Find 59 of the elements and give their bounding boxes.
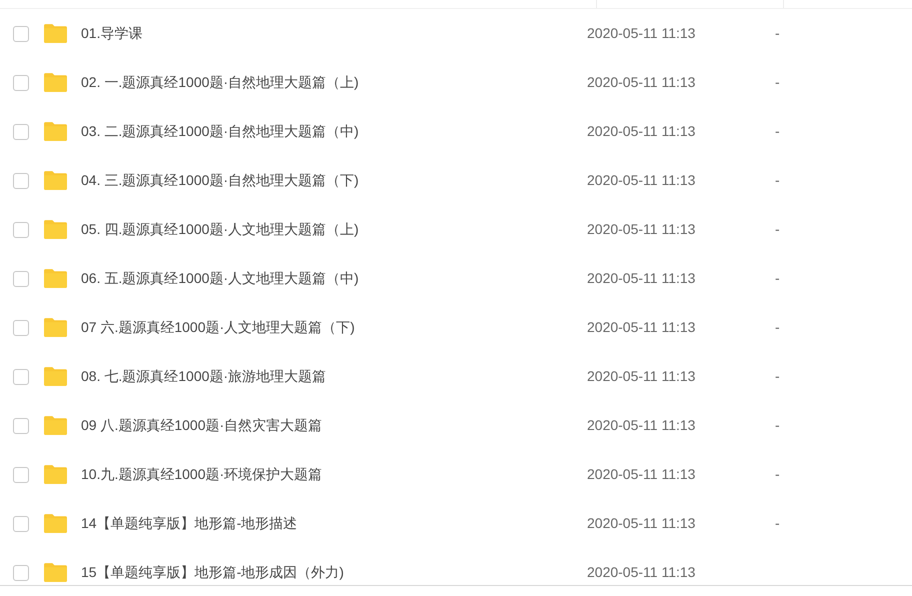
folder-icon: [43, 317, 68, 338]
file-size: -: [775, 416, 780, 435]
modified-date: 2020-05-11 11:13: [587, 171, 696, 190]
modified-date: 2020-05-11 11:13: [587, 514, 696, 533]
file-size: -: [775, 24, 780, 43]
file-size: -: [775, 367, 780, 386]
folder-icon: [43, 23, 68, 44]
folder-name[interactable]: 10.九.题源真经1000题·环境保护大题篇: [81, 464, 581, 485]
folder-icon: [43, 72, 68, 93]
folder-icon: [43, 366, 68, 387]
checkbox[interactable]: [13, 74, 29, 90]
file-size: -: [775, 122, 780, 141]
checkbox[interactable]: [13, 368, 29, 384]
folder-icon: [43, 121, 68, 142]
folder-name[interactable]: 04. 三.题源真经1000题·自然地理大题篇（下): [81, 170, 581, 191]
folder-name[interactable]: 08. 七.题源真经1000题·旅游地理大题篇: [81, 366, 581, 387]
folder-name[interactable]: 01.导学课: [81, 23, 581, 44]
folder-icon: [43, 513, 68, 534]
file-size: -: [775, 465, 780, 484]
folder-name[interactable]: 09 八.题源真经1000题·自然灾害大题篇: [81, 415, 581, 436]
modified-date: 2020-05-11 11:13: [587, 73, 696, 92]
folder-name[interactable]: 02. 一.题源真经1000题·自然地理大题篇（上): [81, 72, 581, 93]
file-size: -: [775, 318, 780, 337]
modified-date: 2020-05-11 11:13: [587, 416, 696, 435]
folder-name[interactable]: 14【单题纯享版】地形篇-地形描述: [81, 513, 581, 534]
checkbox[interactable]: [13, 320, 29, 336]
folder-icon: [43, 415, 68, 436]
checkbox[interactable]: [13, 418, 29, 434]
folder-name[interactable]: 03. 二.题源真经1000题·自然地理大题篇（中): [81, 121, 581, 142]
checkbox[interactable]: [13, 516, 29, 532]
folder-icon: [43, 268, 68, 289]
modified-date: 2020-05-11 11:13: [587, 563, 696, 582]
checkbox[interactable]: [13, 172, 29, 188]
folder-icon: [43, 464, 68, 485]
modified-date: 2020-05-11 11:13: [587, 220, 696, 239]
modified-date: 2020-05-11 11:13: [587, 24, 696, 43]
checkbox[interactable]: [13, 222, 29, 238]
checkbox[interactable]: [13, 270, 29, 286]
folder-name[interactable]: 06. 五.题源真经1000题·人文地理大题篇（中): [81, 268, 581, 289]
modified-date: 2020-05-11 11:13: [587, 318, 696, 337]
file-size: -: [775, 269, 780, 288]
folder-name[interactable]: 15【单题纯享版】地形篇-地形成因（外力): [81, 562, 581, 583]
modified-date: 2020-05-11 11:13: [587, 269, 696, 288]
checkbox[interactable]: [13, 124, 29, 140]
folder-name[interactable]: 07 六.题源真经1000题·人文地理大题篇（下): [81, 317, 581, 338]
checkbox[interactable]: [13, 564, 29, 580]
file-size: -: [775, 514, 780, 533]
folder-icon: [43, 562, 68, 583]
modified-date: 2020-05-11 11:13: [587, 465, 696, 484]
folder-icon: [43, 219, 68, 240]
file-size: -: [775, 171, 780, 190]
checkbox[interactable]: [13, 26, 29, 42]
folder-name[interactable]: 05. 四.题源真经1000题·人文地理大题篇（上): [81, 219, 581, 240]
modified-date: 2020-05-11 11:13: [587, 367, 696, 386]
checkbox[interactable]: [13, 466, 29, 482]
modified-date: 2020-05-11 11:13: [587, 122, 696, 141]
file-size: -: [775, 220, 780, 239]
folder-icon: [43, 170, 68, 191]
file-size: -: [775, 73, 780, 92]
